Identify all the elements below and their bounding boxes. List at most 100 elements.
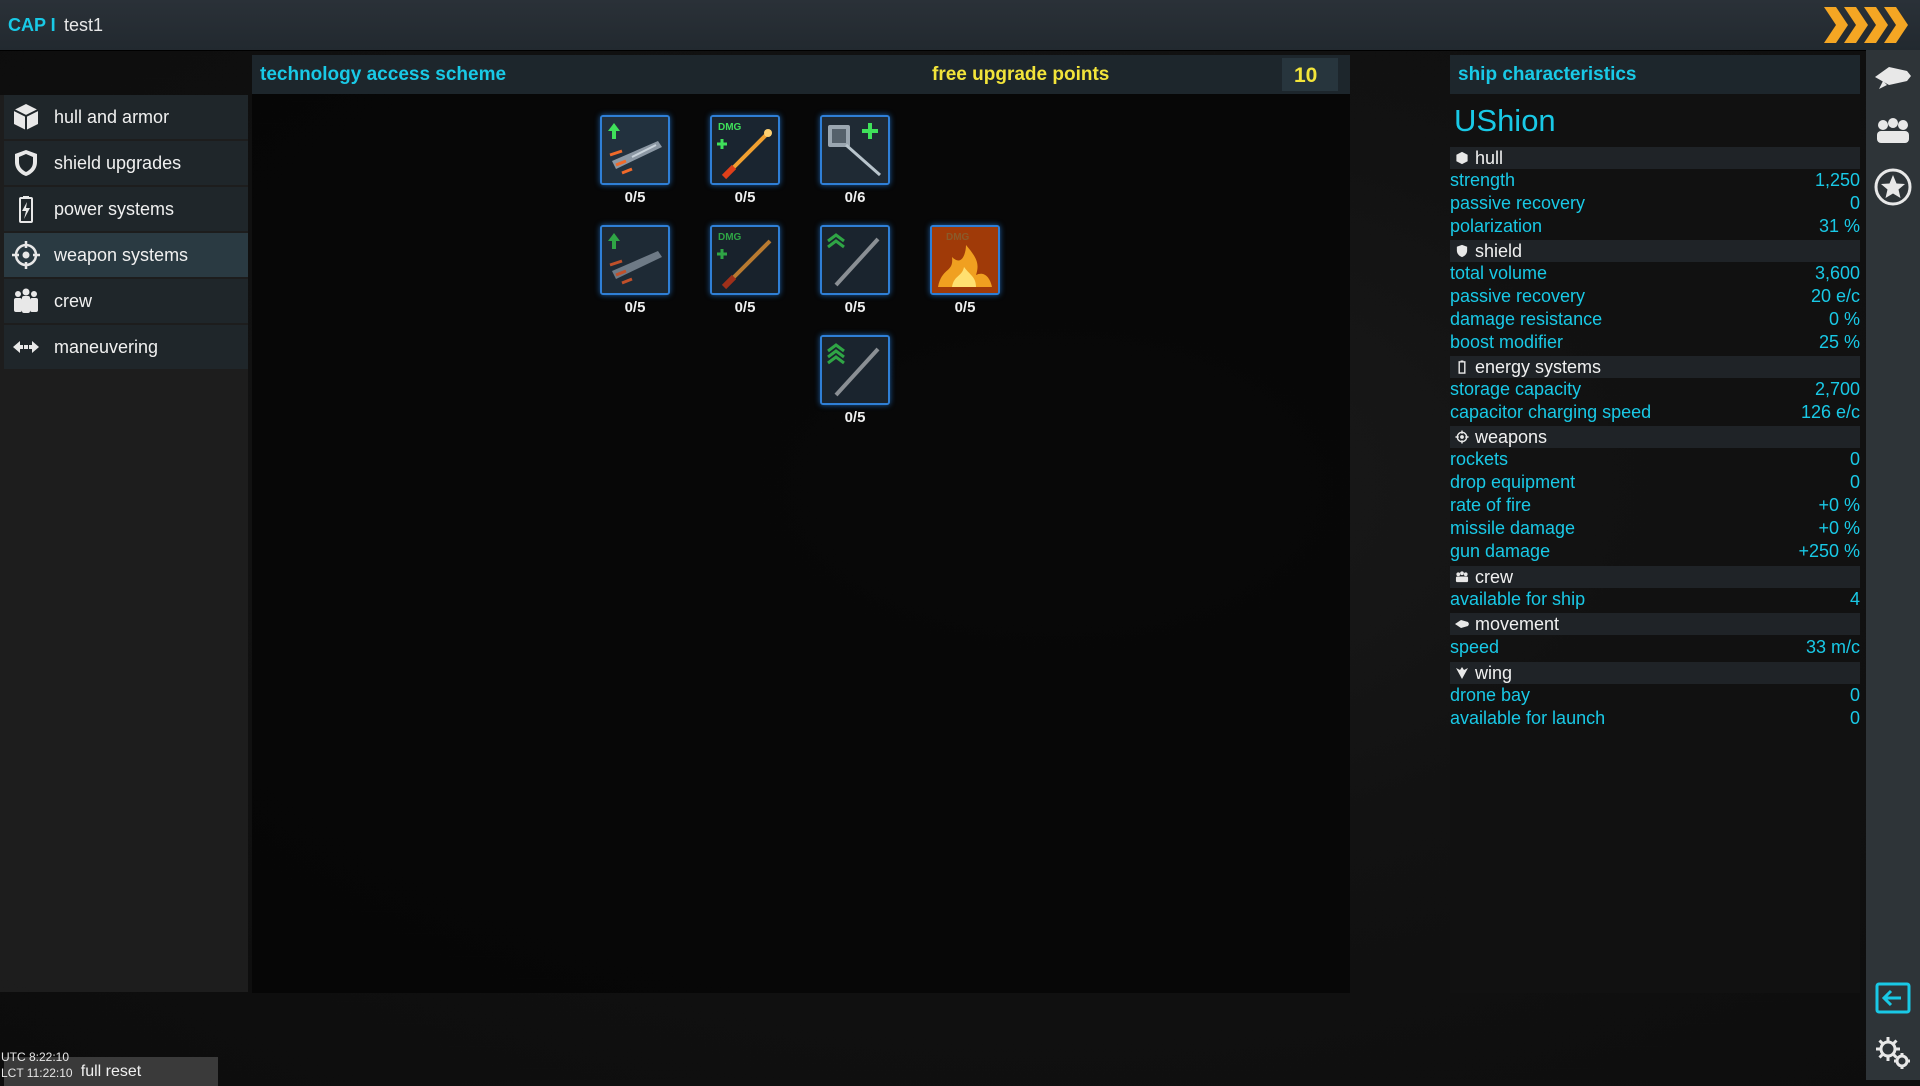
gun-damage-rank-icon[interactable] — [820, 225, 890, 295]
stat-row: speed 33 m/c — [1450, 636, 1860, 659]
stat-value: 31 % — [1818, 216, 1860, 236]
tech-node[interactable]: DMG 0/5 — [930, 225, 1000, 316]
nav-item-label: crew — [54, 290, 93, 311]
tech-node[interactable]: 0/6 — [820, 115, 890, 206]
stat-value: 126 e/c — [1800, 402, 1860, 422]
section-title: energy systems — [1475, 356, 1602, 377]
tech-level: 0/5 — [954, 299, 976, 316]
rank-button[interactable] — [1873, 167, 1913, 207]
technology-header: technology access scheme free upgrade po… — [252, 55, 1350, 94]
ship-characteristics-panel: ship characteristics UShion hull strengt… — [1450, 55, 1860, 993]
section-title: weapons — [1475, 426, 1548, 447]
stat-label: rate of fire — [1450, 495, 1532, 515]
stat-label: drone bay — [1450, 685, 1531, 705]
exit-button[interactable] — [1873, 978, 1913, 1018]
gun-damage-rank-icon[interactable] — [820, 335, 890, 405]
section-hull: hull — [1450, 147, 1860, 169]
section-energy-systems: energy systems — [1450, 356, 1860, 378]
tech-node[interactable]: 0/5 — [600, 225, 670, 316]
stat-value: 0 % — [1828, 309, 1860, 329]
stat-row: gun damage +250 % — [1450, 540, 1860, 563]
crew-icon — [8, 283, 44, 319]
player-name: test1 — [64, 15, 104, 35]
stat-row: missile damage +0 % — [1450, 517, 1860, 540]
crew-icon — [1454, 569, 1470, 585]
nav-item-label: power systems — [54, 198, 175, 219]
stat-row: total volume 3,600 — [1450, 262, 1860, 285]
tech-node[interactable]: 0/5 — [600, 115, 670, 206]
stat-value: 0 — [1849, 708, 1860, 728]
cube-icon — [8, 99, 44, 135]
stat-row: available for ship 4 — [1450, 588, 1860, 611]
section-title: wing — [1475, 662, 1513, 683]
missile-damage-upgrade-icon[interactable]: DMG — [710, 225, 780, 295]
svg-text:DMG: DMG — [718, 232, 742, 243]
stat-label: damage resistance — [1450, 309, 1603, 329]
nav-item-hull-and-armor[interactable]: hull and armor — [4, 95, 248, 139]
stat-row: available for launch 0 — [1450, 707, 1860, 730]
stat-label: passive recovery — [1450, 193, 1586, 213]
stat-value: +250 % — [1798, 541, 1860, 561]
local-clock: LCT 11:22:10 — [1, 1066, 73, 1080]
star-icon — [1874, 168, 1912, 206]
tech-node[interactable]: 0/5 — [820, 225, 890, 316]
ship-icon — [1875, 67, 1911, 89]
rate-of-fire-upgrade-icon[interactable] — [600, 115, 670, 185]
crew-button[interactable] — [1873, 110, 1913, 150]
nav-item-shield-upgrades[interactable]: shield upgrades — [4, 141, 248, 185]
chevrons-menu-icon[interactable] — [1822, 3, 1912, 47]
stat-label: storage capacity — [1450, 379, 1582, 399]
missile-damage-upgrade-icon[interactable]: DMG — [710, 115, 780, 185]
ship-button[interactable] — [1873, 56, 1913, 96]
free-points-label: free upgrade points — [932, 64, 1110, 85]
free-points-value: 10 — [1294, 64, 1318, 87]
rate-of-fire-upgrade-icon[interactable] — [600, 225, 670, 295]
stat-row: storage capacity 2,700 — [1450, 378, 1860, 401]
section-movement: movement — [1450, 613, 1860, 635]
stat-value: 4 — [1849, 589, 1860, 609]
tech-node[interactable]: DMG 0/5 — [710, 225, 780, 316]
crew-icon — [1877, 118, 1909, 143]
tech-level: 0/5 — [624, 299, 646, 316]
ship-characteristics-title: ship characteristics — [1458, 64, 1637, 85]
nav-item-weapon-systems[interactable]: weapon systems — [4, 233, 248, 277]
stat-row: drop equipment 0 — [1450, 471, 1860, 494]
fire-damage-icon[interactable]: DMG — [930, 225, 1000, 295]
stat-value: 3,600 — [1814, 263, 1860, 283]
free-points-box: 10 — [1282, 58, 1338, 91]
stat-label: capacitor charging speed — [1450, 402, 1652, 422]
launcher-upgrade-icon[interactable] — [820, 115, 890, 185]
stat-label: drop equipment — [1450, 472, 1576, 492]
stat-label: available for launch — [1450, 708, 1606, 728]
tech-level: 0/5 — [734, 299, 756, 316]
ship-name: UShion — [1454, 103, 1556, 138]
nav-item-label: weapon systems — [54, 244, 189, 265]
stat-row: damage resistance 0 % — [1450, 308, 1860, 331]
top-bar: CAP I test1 — [0, 0, 1920, 51]
shield-icon — [8, 145, 44, 181]
tech-level: 0/5 — [624, 189, 646, 206]
nav-item-power-systems[interactable]: power systems — [4, 187, 248, 231]
cube-icon — [1454, 150, 1470, 166]
stat-value: 0 — [1849, 449, 1860, 469]
settings-button[interactable] — [1873, 1032, 1913, 1072]
stat-row: strength 1,250 — [1450, 169, 1860, 192]
nav-item-crew[interactable]: crew — [4, 279, 248, 323]
stat-row: boost modifier 25 % — [1450, 331, 1860, 354]
shield-icon — [1454, 243, 1470, 259]
nav-item-maneuvering[interactable]: maneuvering — [4, 325, 248, 369]
stat-label: boost modifier — [1450, 332, 1564, 352]
stat-row: capacitor charging speed 126 e/c — [1450, 401, 1860, 424]
tech-level: 0/5 — [734, 189, 756, 206]
section-title: crew — [1475, 566, 1514, 587]
stat-value: +0 % — [1818, 518, 1860, 538]
stat-value: 25 % — [1818, 332, 1860, 352]
stat-label: strength — [1450, 170, 1516, 190]
nav-item-label: shield upgrades — [54, 152, 182, 173]
utc-clock: UTC 8:22:10 — [1, 1050, 70, 1064]
stat-value: 1,250 — [1814, 170, 1860, 190]
tech-node[interactable]: DMG 0/5 — [710, 115, 780, 206]
tech-node[interactable]: 0/5 — [820, 335, 890, 426]
stat-row: rate of fire +0 % — [1450, 494, 1860, 517]
right-sidebar — [1866, 50, 1920, 1080]
